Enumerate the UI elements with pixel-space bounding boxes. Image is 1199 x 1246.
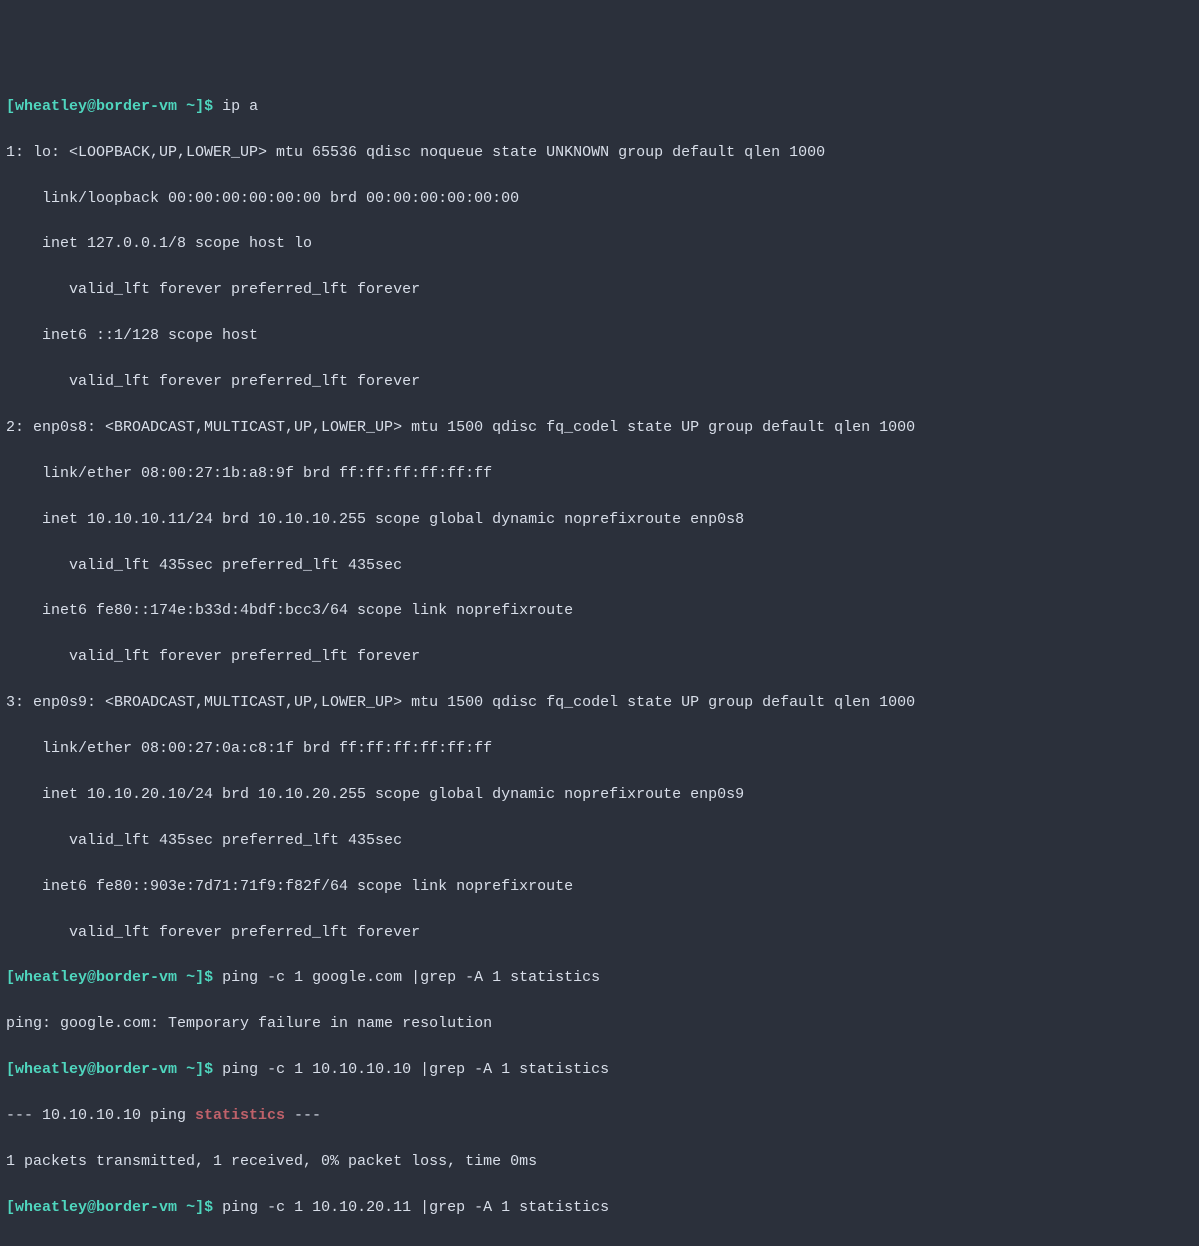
prompt-user: wheatley — [15, 1199, 87, 1216]
prompt-path: ~ — [177, 98, 195, 115]
prompt-user: wheatley — [15, 98, 87, 115]
prompt-close-bracket: ] — [195, 98, 204, 115]
command-ping-google: ping -c 1 google.com |grep -A 1 statisti… — [222, 969, 600, 986]
output-line: inet6 fe80::174e:b33d:4bdf:bcc3/64 scope… — [6, 600, 1193, 623]
grep-match-statistics: statistics — [195, 1245, 285, 1246]
prompt-at: @ — [87, 98, 96, 115]
output-line: inet6 ::1/128 scope host — [6, 325, 1193, 348]
command-ip-a: ip a — [222, 98, 258, 115]
ping-stats-prefix: --- 10.10.10.10 ping — [6, 1107, 195, 1124]
output-line: 3: enp0s9: <BROADCAST,MULTICAST,UP,LOWER… — [6, 692, 1193, 715]
prompt-close-bracket: ] — [195, 969, 204, 986]
ping-stats-suffix: --- — [285, 1107, 321, 1124]
output-line: --- 10.10.20.11 ping statistics --- — [6, 1243, 1193, 1246]
output-line: 1: lo: <LOOPBACK,UP,LOWER_UP> mtu 65536 … — [6, 142, 1193, 165]
terminal-output[interactable]: [wheatley@border-vm ~]$ ip a 1: lo: <LOO… — [6, 96, 1193, 1246]
ping-stats-suffix: --- — [285, 1245, 321, 1246]
command-ping-10-10-10-10: ping -c 1 10.10.10.10 |grep -A 1 statist… — [222, 1061, 609, 1078]
prompt-line-4: [wheatley@border-vm ~]$ ping -c 1 10.10.… — [6, 1197, 1193, 1220]
prompt-open-bracket: [ — [6, 1199, 15, 1216]
prompt-close-bracket: ] — [195, 1199, 204, 1216]
prompt-user: wheatley — [15, 969, 87, 986]
prompt-at: @ — [87, 1199, 96, 1216]
output-line: valid_lft forever preferred_lft forever — [6, 646, 1193, 669]
prompt-path: ~ — [177, 969, 195, 986]
prompt-dollar: $ — [204, 1199, 222, 1216]
prompt-close-bracket: ] — [195, 1061, 204, 1078]
output-line: inet 10.10.10.11/24 brd 10.10.10.255 sco… — [6, 509, 1193, 532]
prompt-path: ~ — [177, 1061, 195, 1078]
grep-match-statistics: statistics — [195, 1107, 285, 1124]
output-line: --- 10.10.10.10 ping statistics --- — [6, 1105, 1193, 1128]
prompt-open-bracket: [ — [6, 1061, 15, 1078]
output-line: valid_lft forever preferred_lft forever — [6, 279, 1193, 302]
prompt-open-bracket: [ — [6, 98, 15, 115]
prompt-line-1: [wheatley@border-vm ~]$ ip a — [6, 96, 1193, 119]
ping-stats-prefix: --- 10.10.20.11 ping — [6, 1245, 195, 1246]
output-line: inet 127.0.0.1/8 scope host lo — [6, 233, 1193, 256]
prompt-path: ~ — [177, 1199, 195, 1216]
prompt-host: border-vm — [96, 98, 177, 115]
command-ping-10-10-20-11: ping -c 1 10.10.20.11 |grep -A 1 statist… — [222, 1199, 609, 1216]
prompt-host: border-vm — [96, 1061, 177, 1078]
prompt-open-bracket: [ — [6, 969, 15, 986]
prompt-dollar: $ — [204, 98, 222, 115]
prompt-user: wheatley — [15, 1061, 87, 1078]
prompt-line-3: [wheatley@border-vm ~]$ ping -c 1 10.10.… — [6, 1059, 1193, 1082]
output-line: valid_lft 435sec preferred_lft 435sec — [6, 830, 1193, 853]
output-line: inet6 fe80::903e:7d71:71f9:f82f/64 scope… — [6, 876, 1193, 899]
output-line: link/loopback 00:00:00:00:00:00 brd 00:0… — [6, 188, 1193, 211]
output-line: link/ether 08:00:27:1b:a8:9f brd ff:ff:f… — [6, 463, 1193, 486]
output-line: link/ether 08:00:27:0a:c8:1f brd ff:ff:f… — [6, 738, 1193, 761]
output-line: valid_lft 435sec preferred_lft 435sec — [6, 555, 1193, 578]
output-line: valid_lft forever preferred_lft forever — [6, 371, 1193, 394]
prompt-host: border-vm — [96, 1199, 177, 1216]
prompt-host: border-vm — [96, 969, 177, 986]
output-line: inet 10.10.20.10/24 brd 10.10.20.255 sco… — [6, 784, 1193, 807]
output-line: 2: enp0s8: <BROADCAST,MULTICAST,UP,LOWER… — [6, 417, 1193, 440]
output-line: valid_lft forever preferred_lft forever — [6, 922, 1193, 945]
prompt-at: @ — [87, 969, 96, 986]
prompt-at: @ — [87, 1061, 96, 1078]
output-line: 1 packets transmitted, 1 received, 0% pa… — [6, 1151, 1193, 1174]
prompt-line-2: [wheatley@border-vm ~]$ ping -c 1 google… — [6, 967, 1193, 990]
prompt-dollar: $ — [204, 1061, 222, 1078]
output-line: ping: google.com: Temporary failure in n… — [6, 1013, 1193, 1036]
prompt-dollar: $ — [204, 969, 222, 986]
